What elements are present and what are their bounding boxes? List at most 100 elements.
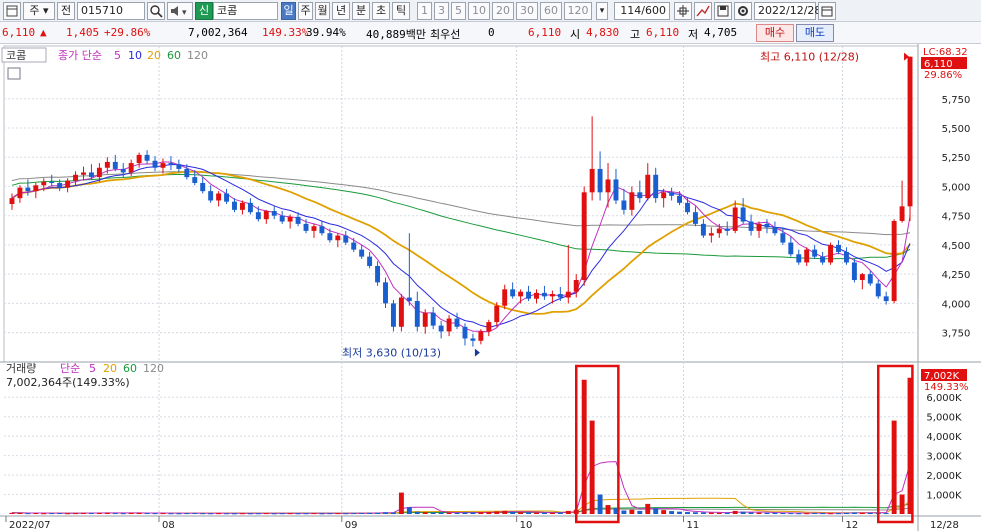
period-month[interactable]: 월 [315, 2, 330, 20]
volume-bar [764, 512, 770, 514]
highlight-boxes [574, 364, 914, 524]
candle-body [160, 163, 166, 168]
stock-name-field[interactable]: 코콤 [213, 2, 278, 20]
interval-20[interactable]: 20 [492, 2, 514, 20]
calendar-icon[interactable] [818, 2, 836, 20]
legend-ma5: 5 [114, 49, 121, 62]
volume-bar [883, 513, 889, 515]
volume-bar [740, 511, 746, 514]
volume-ratio: 149.33% [262, 26, 309, 39]
candle-body [319, 226, 325, 234]
volume-legend-name: 거래량 [6, 362, 36, 375]
interval-3[interactable]: 3 [434, 2, 449, 20]
candle-body [247, 202, 253, 213]
interval-5[interactable]: 5 [451, 2, 466, 20]
volume-bar [828, 513, 834, 515]
stock-chart[interactable]: 3,750 4,000 4,250 4,500 4,750 5,000 5,250 5,500… [0, 44, 981, 531]
search-icon[interactable] [147, 2, 165, 20]
price-change: 1,405 [66, 26, 100, 39]
volume-bar [446, 512, 452, 514]
candle-body [716, 228, 722, 234]
period-tick[interactable]: 틱 [392, 2, 410, 20]
period-minute[interactable]: 분 [352, 2, 370, 20]
candle-body [740, 207, 746, 222]
price-tick-label: 3,750 [942, 329, 971, 340]
interval-dropdown[interactable]: ▾ [596, 2, 608, 20]
volume-bar [152, 513, 158, 515]
candle-body [311, 226, 317, 231]
crosshair-icon[interactable] [674, 2, 692, 20]
current-volume-label: 7,002K [924, 371, 960, 382]
speaker-icon[interactable]: ▾ [167, 2, 193, 20]
sell-button[interactable]: 매도 [796, 24, 834, 42]
candle-body [557, 294, 563, 298]
candle-body [176, 164, 182, 169]
volume-bar [796, 513, 802, 515]
period-second[interactable]: 초 [372, 2, 390, 20]
volume-bar [669, 511, 675, 514]
legend-ma10: 10 [128, 49, 142, 62]
candle-body [200, 182, 206, 192]
grid-toggle-icon[interactable] [7, 67, 21, 80]
buy-button[interactable]: 매수 [756, 24, 794, 42]
market-select[interactable]: 주 ▾ [23, 2, 55, 20]
price-tick-label: 5,750 [942, 95, 971, 106]
volume-bar [661, 510, 667, 514]
x-tick-label: 10 [520, 520, 533, 531]
volume-bar [120, 513, 126, 515]
period-day[interactable]: 일 [281, 2, 296, 20]
candle-body [812, 249, 818, 257]
volume-bar [81, 512, 86, 514]
volume-bar [375, 512, 381, 514]
save-icon[interactable] [714, 2, 732, 20]
period-week[interactable]: 주 [298, 2, 313, 20]
candle-body [836, 244, 841, 252]
date-field[interactable]: 2022/12/28 [754, 2, 821, 20]
chart-toolbar: 주 ▾ 전 015710 ▾ 신 코콤 일 주 월 년 분 초 틱 1 3 5 … [0, 0, 981, 22]
candle-body [677, 195, 683, 203]
volume-bar [534, 512, 539, 514]
volume-bar [311, 513, 317, 515]
low-annotation: 최저 3,630 (10/13) [342, 347, 441, 360]
candle-body [454, 318, 460, 327]
volume-bar [454, 512, 460, 514]
svg-text:▾: ▾ [182, 8, 187, 18]
high-annotation: 최고 6,110 (12/28) [760, 51, 859, 64]
low-price: 4,705 [704, 26, 738, 39]
data-count-field[interactable]: 114/600 [614, 2, 670, 20]
volume-bar [176, 513, 182, 515]
candle-body [645, 174, 651, 199]
volume-summary: 7,002,364주(149.33%) [6, 376, 130, 389]
candle-body [470, 338, 476, 341]
interval-10[interactable]: 10 [468, 2, 490, 20]
draw-tool-icon[interactable] [694, 2, 712, 20]
candle-body [549, 294, 555, 297]
legend-ma120: 120 [187, 49, 208, 62]
interval-120[interactable]: 120 [564, 2, 592, 20]
candle-body [653, 174, 659, 199]
prefix-button[interactable]: 전 [57, 2, 75, 20]
candle-body [65, 180, 71, 188]
volume-bar [49, 513, 55, 515]
candle-body [136, 154, 142, 164]
stock-code-input[interactable]: 015710 [77, 2, 145, 20]
interval-30[interactable]: 30 [516, 2, 538, 20]
candle-body [81, 172, 86, 175]
volume-bar [565, 510, 571, 514]
volume-ma-lines [11, 461, 911, 514]
interval-1[interactable]: 1 [417, 2, 432, 20]
volume-bar [17, 512, 23, 514]
candle-body [287, 216, 293, 222]
gear-icon[interactable] [734, 2, 752, 20]
volume-bar [788, 513, 794, 515]
low-label: 저 [688, 28, 699, 41]
volume-bar [390, 512, 396, 514]
candle-body [57, 182, 63, 188]
period-year[interactable]: 년 [332, 2, 350, 20]
candle-body [732, 207, 738, 231]
volume-bar [398, 492, 404, 514]
window-menu-icon[interactable] [3, 2, 21, 20]
interval-60[interactable]: 60 [540, 2, 562, 20]
x-tick-label: 2022/07 [9, 520, 51, 531]
volume-ratio-label: 149.33% [924, 382, 969, 393]
